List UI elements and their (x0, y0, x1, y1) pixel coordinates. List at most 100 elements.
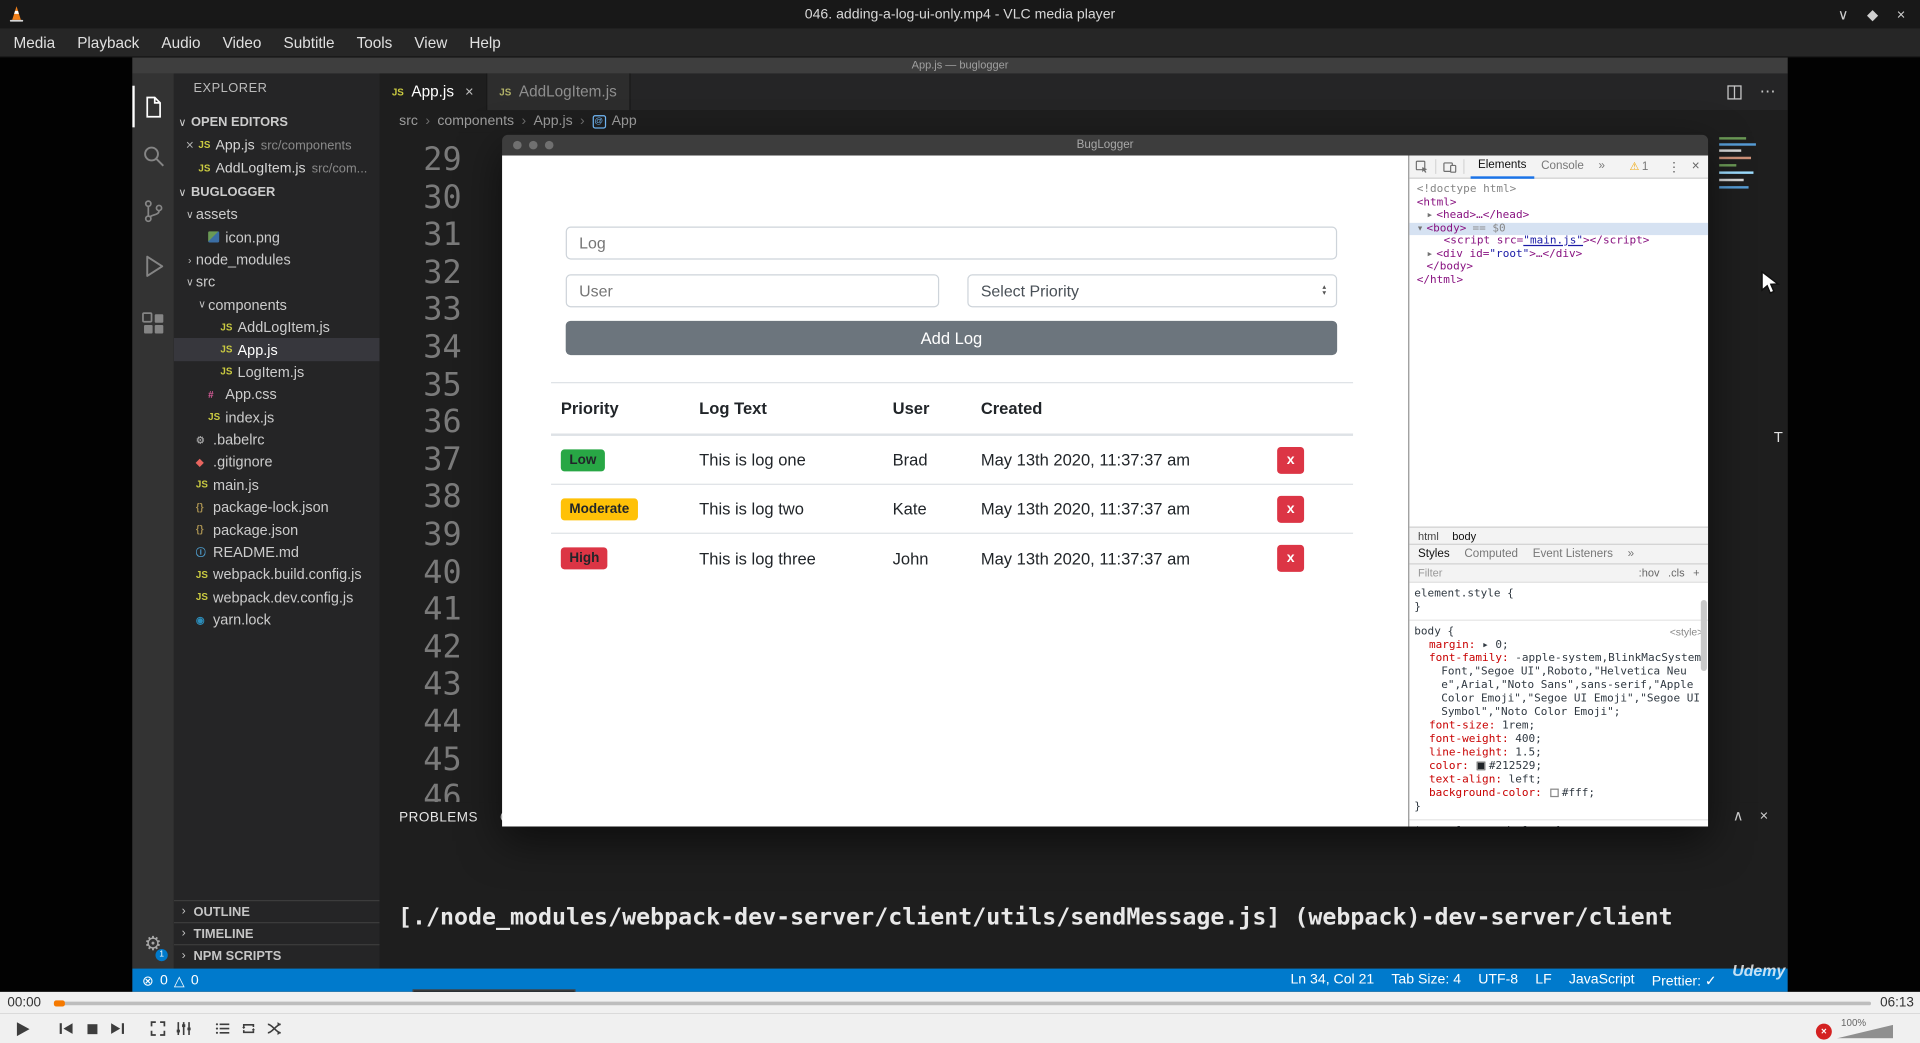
shuffle-button[interactable] (262, 1016, 286, 1040)
tab-event-listeners[interactable]: Event Listeners (1527, 547, 1619, 560)
more-tabs-icon[interactable]: » (1621, 547, 1640, 560)
tree-item-appcss[interactable]: # App.css (174, 383, 380, 406)
seek-slider[interactable] (53, 1001, 1872, 1006)
selected-node[interactable]: ▾ <body> == $0 (1409, 222, 1709, 236)
menu-view[interactable]: View (403, 28, 458, 57)
log-input[interactable] (565, 226, 1338, 260)
devtools-tab-elements[interactable]: Elements (1470, 156, 1534, 179)
stop-button[interactable] (80, 1016, 104, 1040)
style-source-link[interactable]: <style> (1670, 825, 1704, 826)
project-section[interactable]: ∨ BUGLOGGER (174, 181, 380, 203)
tree-item-indexjs[interactable]: JS index.js (174, 406, 380, 429)
extensions-icon[interactable] (132, 307, 174, 339)
menu-audio[interactable]: Audio (150, 28, 211, 57)
new-rule-button[interactable]: + (1693, 567, 1699, 579)
tree-item-addlogitemjs[interactable]: JS AddLogItem.js (174, 316, 380, 339)
delete-log-button[interactable]: x (1277, 544, 1305, 572)
playlist-button[interactable] (211, 1016, 235, 1040)
timeline-section[interactable]: › TIMELINE (173, 922, 380, 944)
styles-pane[interactable]: element.style { } body {<style> margin: … (1409, 583, 1709, 827)
more-actions-icon[interactable]: ⋯ (1760, 82, 1776, 102)
volume-muted-icon[interactable]: × (1815, 1023, 1832, 1040)
devtools-tab-console[interactable]: Console (1534, 156, 1591, 178)
menu-playback[interactable]: Playback (66, 28, 150, 57)
devtools-menu-icon[interactable]: ⋮ (1667, 159, 1680, 175)
panel-close-icon[interactable]: × (1760, 807, 1769, 824)
crumb-body[interactable]: body (1452, 530, 1476, 542)
close-button[interactable]: × (1897, 6, 1906, 23)
tree-item-nodemodules[interactable]: › node_modules (174, 248, 380, 271)
problems-status[interactable]: ⊗ 0 △ 0 (142, 972, 199, 989)
split-editor-icon[interactable] (1727, 84, 1743, 100)
npm-scripts-section[interactable]: › NPM SCRIPTS (173, 944, 380, 966)
crumb-html[interactable]: html (1418, 530, 1439, 542)
previous-button[interactable] (54, 1016, 78, 1040)
tree-item-packagelockjson[interactable]: {} package-lock.json (174, 496, 380, 519)
open-editor-addlogitemjs[interactable]: JS AddLogItem.js src/com... (174, 157, 380, 180)
next-button[interactable] (105, 1016, 129, 1040)
app-titlebar[interactable]: BugLogger (502, 134, 1709, 156)
minimap[interactable] (1719, 135, 1761, 202)
style-source-link[interactable]: <style> (1670, 626, 1704, 639)
delete-log-button[interactable]: x (1277, 446, 1305, 474)
tree-item-readmemd[interactable]: ⓘ README.md (174, 541, 380, 564)
tree-item-logitemjs[interactable]: JS LogItem.js (174, 361, 380, 384)
fullscreen-button[interactable] (146, 1016, 170, 1040)
extended-settings-button[interactable] (171, 1016, 195, 1040)
seek-progress[interactable] (53, 1000, 65, 1007)
tab-addlogitemjs[interactable]: JS AddLogItem.js (487, 73, 631, 111)
menu-subtitle[interactable]: Subtitle (272, 28, 345, 57)
close-icon[interactable]: × (465, 83, 474, 100)
tree-item-gitignore[interactable]: ◆ .gitignore (174, 451, 380, 474)
menu-media[interactable]: Media (2, 28, 66, 57)
video-surface[interactable]: App.js — buglogger ⚙ 1 EXPLORER ∨ OPEN E… (0, 57, 1920, 992)
tree-item-webpackbuildconfigjs[interactable]: JS webpack.build.config.js (174, 564, 380, 587)
cursor-position[interactable]: Ln 34, Col 21 (1290, 972, 1374, 989)
encoding[interactable]: UTF-8 (1478, 972, 1518, 989)
run-debug-icon[interactable] (132, 250, 174, 282)
tab-appjs[interactable]: JS App.js × (379, 73, 488, 111)
tree-item-packagejson[interactable]: {} package.json (174, 519, 380, 542)
menu-help[interactable]: Help (458, 28, 512, 57)
tab-computed[interactable]: Computed (1458, 547, 1524, 560)
more-tabs-icon[interactable]: » (1591, 156, 1612, 178)
inspect-element-icon[interactable] (1415, 160, 1429, 173)
tree-item-webpackdevconfigjs[interactable]: JS webpack.dev.config.js (174, 586, 380, 609)
panel-tab-problems[interactable]: PROBLEMS (399, 811, 478, 826)
settings-gear-icon[interactable]: ⚙ 1 (132, 929, 174, 962)
tree-item-babelrc[interactable]: ⚙ .babelrc (174, 428, 380, 451)
source-control-icon[interactable] (132, 195, 174, 227)
breadcrumb[interactable]: src › components › App.js › @ App (379, 110, 1788, 133)
add-log-button[interactable]: Add Log (565, 320, 1338, 356)
tree-item-components[interactable]: ∨ components (174, 293, 380, 316)
tree-item-iconpng[interactable]: icon.png (174, 226, 380, 249)
filter-input[interactable]: Filter (1418, 567, 1442, 579)
tab-size[interactable]: Tab Size: 4 (1391, 972, 1461, 989)
play-button[interactable] (10, 1016, 34, 1040)
search-icon[interactable] (132, 140, 174, 172)
follow-link-tooltip[interactable]: Follow Link (Cmd + click) (412, 989, 576, 992)
delete-log-button[interactable]: x (1277, 495, 1305, 523)
menu-tools[interactable]: Tools (346, 28, 404, 57)
user-input[interactable] (565, 274, 940, 308)
device-toolbar-icon[interactable] (1442, 160, 1457, 173)
elements-tree[interactable]: <!doctype html> <html> ▸ <head>…</head> ▾… (1409, 179, 1709, 387)
open-editor-appjs[interactable]: × JS App.js src/components (174, 133, 380, 156)
devtools-close-icon[interactable]: × (1692, 159, 1700, 175)
tree-item-yarnlock[interactable]: ◉ yarn.lock (174, 609, 380, 632)
scrollbar-thumb[interactable] (1700, 600, 1707, 672)
panel-maximize-icon[interactable]: ∧ (1733, 807, 1744, 824)
traffic-light-buttons[interactable] (513, 140, 554, 150)
tree-item-appjs[interactable]: JS App.js (173, 338, 380, 361)
hover-state-button[interactable]: :hov (1639, 567, 1660, 579)
formatter-status[interactable]: Prettier: ✓ (1652, 972, 1717, 989)
language-mode[interactable]: JavaScript (1569, 972, 1635, 989)
open-editors-section[interactable]: ∨ OPEN EDITORS (174, 111, 380, 133)
class-button[interactable]: .cls (1668, 567, 1685, 579)
tree-item-src[interactable]: ∨ src (174, 271, 380, 294)
maximize-button[interactable]: ◆ (1867, 6, 1878, 23)
eol[interactable]: LF (1535, 972, 1551, 989)
explorer-icon[interactable] (132, 85, 174, 128)
tree-item-mainjs[interactable]: JS main.js (174, 473, 380, 496)
tab-styles[interactable]: Styles (1412, 547, 1456, 560)
